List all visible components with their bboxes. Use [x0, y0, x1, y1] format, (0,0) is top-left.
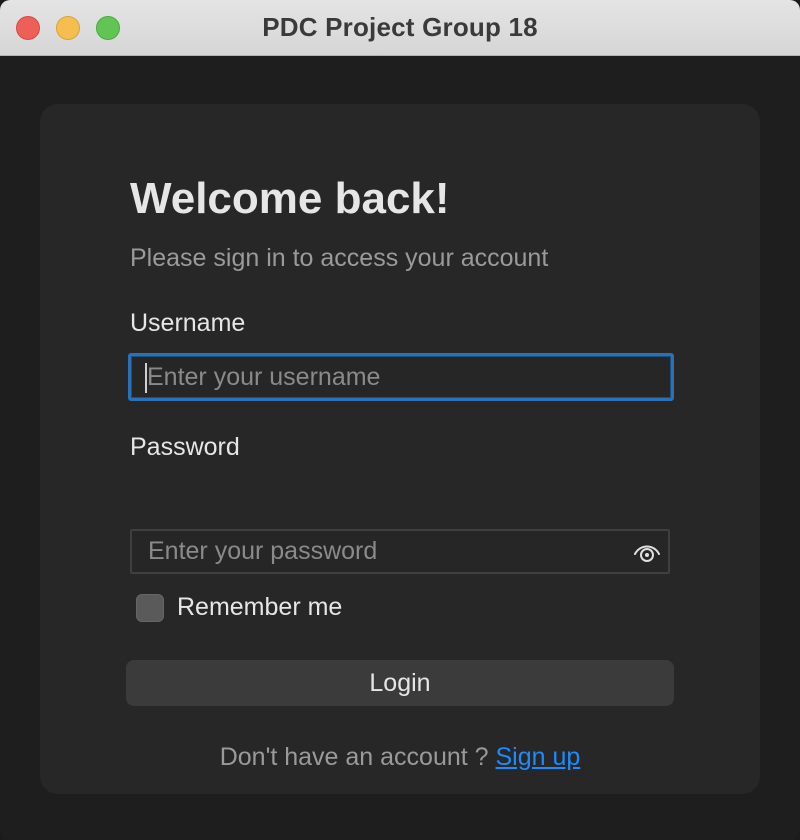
password-input[interactable] [130, 529, 670, 574]
text-caret [145, 363, 147, 393]
page-subtitle: Please sign in to access your account [130, 244, 549, 272]
title-bar[interactable]: PDC Project Group 18 [0, 0, 800, 56]
login-card: Welcome back! Please sign in to access y… [40, 104, 760, 794]
window-title: PDC Project Group 18 [262, 12, 538, 42]
username-input[interactable] [128, 353, 674, 401]
signup-row: Don't have an account ? Sign up [40, 743, 760, 772]
login-button[interactable]: Login [126, 660, 674, 706]
remember-me-checkbox[interactable] [136, 594, 164, 622]
page-title: Welcome back! [130, 174, 450, 223]
signup-link[interactable]: Sign up [496, 743, 581, 771]
signup-prompt: Don't have an account ? [219, 743, 496, 771]
eye-icon[interactable] [632, 537, 662, 567]
username-label: Username [130, 309, 246, 337]
password-label: Password [130, 433, 240, 461]
window-content: Welcome back! Please sign in to access y… [0, 56, 800, 840]
remember-me-label[interactable]: Remember me [177, 593, 342, 622]
app-window: PDC Project Group 18 Welcome back! Pleas… [0, 0, 800, 840]
